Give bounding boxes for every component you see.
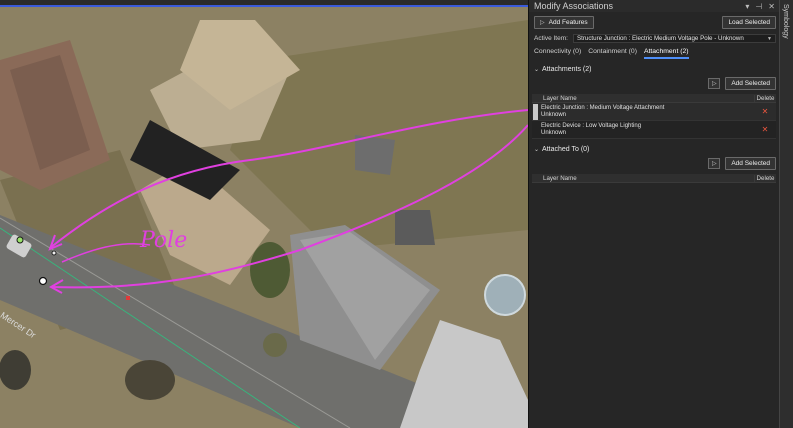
attachments-section-header[interactable]: ⌄ Attachments (2) bbox=[529, 59, 779, 75]
column-layer-name[interactable]: Layer Name bbox=[532, 175, 754, 182]
chevron-down-icon: ▼ bbox=[767, 35, 772, 42]
pane-title-bar: Modify Associations ▾ ⊣ ✕ bbox=[529, 0, 779, 12]
map-view[interactable]: Pole Mercer Dr bbox=[0, 0, 528, 428]
modify-associations-pane: Modify Associations ▾ ⊣ ✕ ▷ Add Features… bbox=[528, 0, 779, 428]
delete-icon[interactable]: ✕ bbox=[754, 107, 776, 116]
attached-to-table: Layer Name Delete bbox=[532, 174, 776, 183]
column-delete[interactable]: Delete bbox=[754, 174, 776, 182]
attached-to-header: Attached To (0) bbox=[542, 146, 590, 153]
attachments-table: Layer Name Delete Electric Junction : Me… bbox=[532, 94, 776, 139]
close-icon[interactable]: ✕ bbox=[768, 2, 775, 11]
attachments-add-selected-button[interactable]: Add Selected bbox=[725, 77, 776, 90]
add-features-button[interactable]: ▷ Add Features bbox=[534, 16, 594, 29]
tab-attachment[interactable]: Attachment (2) bbox=[643, 48, 689, 59]
load-selected-button[interactable]: Load Selected bbox=[722, 16, 776, 29]
tab-containment[interactable]: Containment (0) bbox=[588, 48, 637, 59]
play-icon: ▷ bbox=[540, 20, 545, 26]
delete-icon[interactable]: ✕ bbox=[754, 125, 776, 134]
table-header: Layer Name Delete bbox=[532, 174, 776, 183]
table-row[interactable]: Electric Junction : Medium Voltage Attac… bbox=[532, 103, 776, 121]
active-item-dropdown[interactable]: Structure Junction : Electric Medium Vol… bbox=[572, 34, 776, 43]
chevron-down-icon[interactable]: ▾ bbox=[745, 2, 749, 11]
attachments-header: Attachments (2) bbox=[542, 66, 592, 73]
column-layer-name[interactable]: Layer Name bbox=[532, 95, 754, 102]
select-features-button[interactable]: ▷ bbox=[708, 78, 721, 89]
table-header: Layer Name Delete bbox=[532, 94, 776, 103]
play-icon: ▷ bbox=[712, 161, 717, 167]
active-item-value: Structure Junction : Electric Medium Vol… bbox=[576, 35, 744, 42]
play-icon: ▷ bbox=[712, 81, 717, 87]
tab-connectivity[interactable]: Connectivity (0) bbox=[534, 48, 581, 59]
select-features-button[interactable]: ▷ bbox=[708, 158, 721, 169]
column-delete[interactable]: Delete bbox=[754, 94, 776, 102]
aerial-imagery bbox=[0, 7, 528, 428]
attached-to-section-header[interactable]: ⌄ Attached To (0) bbox=[529, 139, 779, 155]
layer-name-cell: Electric Junction : Medium Voltage Attac… bbox=[541, 104, 665, 118]
layer-name-cell: Electric Device : Low Voltage Lighting U… bbox=[541, 122, 642, 136]
pole-annotation: Pole bbox=[140, 228, 188, 253]
symbology-side-tab[interactable]: Symbology bbox=[779, 0, 793, 428]
association-tabs: Connectivity (0) Containment (0) Attachm… bbox=[529, 44, 779, 59]
pane-title: Modify Associations bbox=[534, 1, 614, 11]
chevron-down-icon: ⌄ bbox=[534, 147, 540, 153]
chevron-down-icon: ⌄ bbox=[534, 67, 540, 73]
pin-icon[interactable]: ⊣ bbox=[755, 2, 762, 11]
table-row[interactable]: Electric Device : Low Voltage Lighting U… bbox=[532, 121, 776, 139]
attached-to-add-selected-button[interactable]: Add Selected bbox=[725, 157, 776, 170]
symbology-tab-label: Symbology bbox=[782, 4, 789, 39]
active-item-label: Active Item: bbox=[534, 35, 568, 42]
